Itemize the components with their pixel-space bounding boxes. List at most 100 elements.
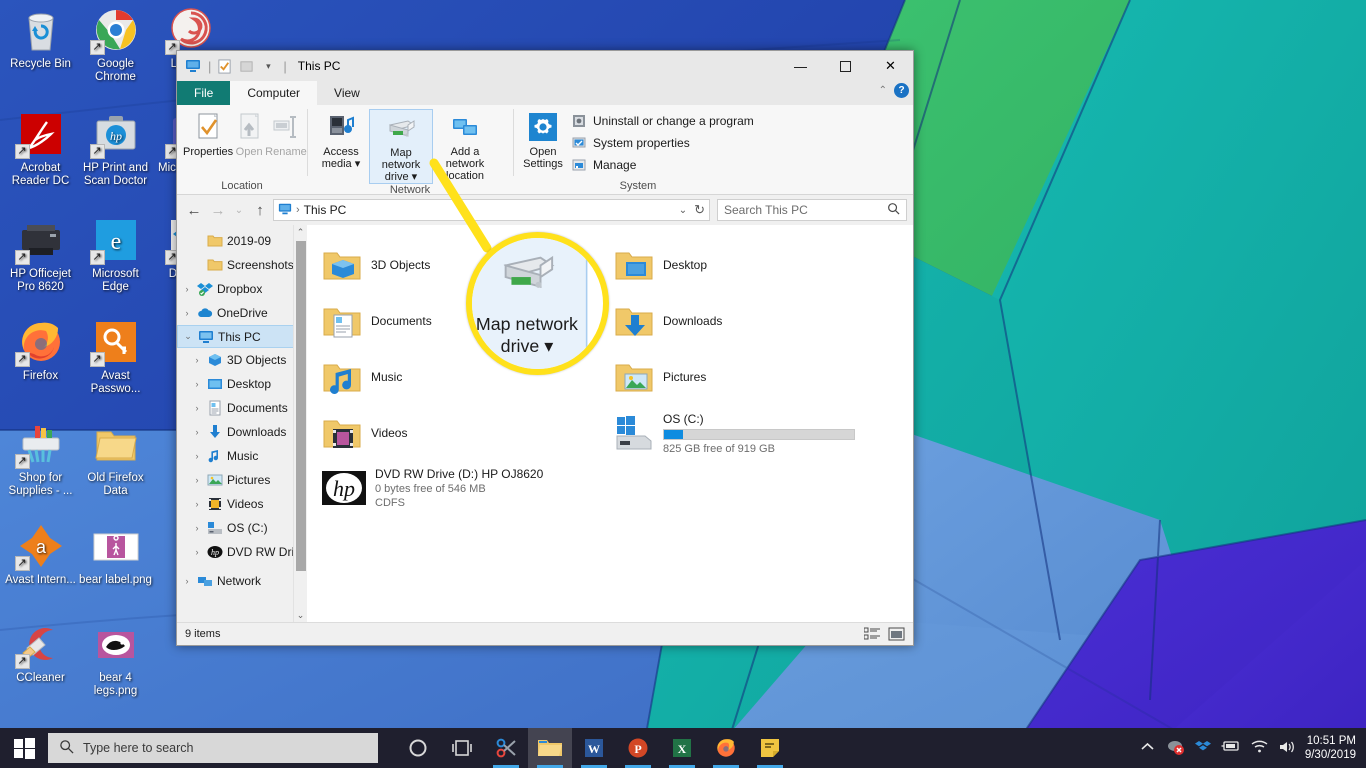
nav-item-2019-09[interactable]: 2019-09: [177, 229, 307, 253]
content-pane[interactable]: 3D Objects Desktop Documents Downloads M…: [307, 225, 913, 622]
item-desktop[interactable]: Desktop: [613, 237, 905, 293]
scroll-down-arrow-icon[interactable]: ⌄: [294, 608, 307, 622]
desktop[interactable]: Recycle Bin ↗ Google Chrome ↗ ↗ Acrobat …: [0, 0, 1366, 768]
item-pictures[interactable]: Pictures: [613, 349, 905, 405]
item-dvd-rw-drive[interactable]: hp DVD RW Drive (D:) HP OJ8620 0 bytes f…: [321, 461, 905, 519]
desktop-icon-bear-4-legs-png[interactable]: bear 4 legs.png: [78, 620, 153, 698]
sticky-notes-icon[interactable]: [748, 728, 792, 768]
navigation-pane[interactable]: 2019-09 Screenshots › Dropbox › OneDrive…: [177, 225, 307, 622]
ribbon[interactable]: Properties Open Rename Location Access m…: [177, 105, 913, 196]
nav-item-videos[interactable]: › Videos: [177, 492, 307, 516]
uninstall-program-item[interactable]: Uninstall or change a program: [571, 110, 754, 131]
taskbar-search-box[interactable]: Type here to search: [48, 733, 378, 763]
microsoft-excel-icon[interactable]: X: [660, 728, 704, 768]
access-media-button[interactable]: Access media ▾: [313, 109, 369, 170]
nav-item-downloads[interactable]: › Downloads: [177, 420, 307, 444]
firefox-icon[interactable]: [704, 728, 748, 768]
snip-and-sketch-icon[interactable]: [484, 728, 528, 768]
task-view-icon[interactable]: [440, 728, 484, 768]
desktop-icon-google-chrome[interactable]: ↗ Google Chrome: [78, 6, 153, 84]
item-downloads[interactable]: Downloads: [613, 293, 905, 349]
desktop-icon-hp-print-scan-doctor[interactable]: hp ↗ HP Print and Scan Doctor: [78, 110, 153, 188]
avast-tray-icon[interactable]: [1167, 738, 1185, 759]
battery-icon[interactable]: [1221, 740, 1241, 756]
desktop-icon-grid[interactable]: Recycle Bin ↗ Google Chrome ↗ ↗ Acrobat …: [0, 0, 223, 730]
map-network-drive-button[interactable]: Map network drive ▾: [369, 109, 433, 184]
open-button[interactable]: Open: [233, 109, 265, 158]
desktop-icon-firefox[interactable]: ↗ Firefox: [3, 318, 78, 383]
nav-expander[interactable]: ›: [191, 379, 203, 389]
nav-item-screenshots[interactable]: Screenshots: [177, 253, 307, 277]
taskbar-clock[interactable]: 10:51 PM 9/30/2019: [1305, 734, 1356, 762]
nav-expander[interactable]: ›: [191, 499, 203, 509]
cortana-icon[interactable]: [396, 728, 440, 768]
desktop-icon-recycle-bin[interactable]: Recycle Bin: [3, 6, 78, 71]
nav-item-documents[interactable]: › Documents: [177, 396, 307, 420]
collapse-ribbon-icon[interactable]: ⌃: [879, 85, 887, 96]
title-bar[interactable]: | ▾ | This PC — ✕: [177, 51, 913, 81]
volume-icon[interactable]: [1278, 740, 1295, 757]
desktop-icon-bear-label-png[interactable]: bear label.png: [78, 522, 153, 587]
help-icon[interactable]: ?: [894, 83, 909, 98]
desktop-icon-acrobat-reader[interactable]: ↗ Acrobat Reader DC: [3, 110, 78, 188]
window-controls[interactable]: — ✕: [778, 51, 913, 81]
desktop-icon-microsoft-edge[interactable]: e ↗ Microsoft Edge: [78, 216, 153, 294]
taskbar-search-input[interactable]: Type here to search: [83, 741, 193, 755]
nav-expander[interactable]: ›: [191, 355, 203, 365]
manage-item[interactable]: Manage: [571, 154, 754, 175]
tab-file[interactable]: File: [177, 81, 231, 105]
add-network-location-button[interactable]: Add a network location: [433, 109, 497, 182]
nav-item-pictures[interactable]: › Pictures: [177, 468, 307, 492]
desktop-icon-old-firefox-data[interactable]: Old Firefox Data: [78, 420, 153, 498]
large-icons-view-icon[interactable]: [888, 627, 905, 642]
customize-dropdown-icon[interactable]: ▾: [258, 56, 278, 76]
desktop-icon-avast-internet-security[interactable]: a ↗ Avast Intern...: [3, 522, 78, 587]
ribbon-tab-right-controls[interactable]: ⌃ ?: [879, 83, 909, 98]
nav-item-network[interactable]: › Network: [177, 569, 307, 593]
path-right-controls[interactable]: ⌄ ↻: [679, 202, 705, 218]
open-settings-button[interactable]: Open Settings: [519, 109, 567, 170]
breadcrumb-this-pc[interactable]: This PC: [304, 203, 347, 217]
desktop-icon-ccleaner[interactable]: ↗ CCleaner: [3, 620, 78, 685]
item-os-c-drive[interactable]: OS (C:) 825 GB free of 919 GB: [613, 405, 905, 461]
scrollbar-thumb[interactable]: [296, 241, 306, 571]
scroll-up-arrow-icon[interactable]: ⌃: [294, 225, 307, 239]
file-explorer-icon[interactable]: [528, 728, 572, 768]
nav-expander[interactable]: ›: [191, 427, 203, 437]
desktop-icon-hp-officejet[interactable]: ↗ HP Officejet Pro 8620: [3, 216, 78, 294]
address-bar[interactable]: ← → ⌄ ↑ › This PC ⌄ ↻ Search This PC: [177, 195, 913, 225]
microsoft-powerpoint-icon[interactable]: P: [616, 728, 660, 768]
tab-computer[interactable]: Computer: [230, 81, 318, 105]
nav-item-3d-objects[interactable]: › 3D Objects: [177, 348, 307, 372]
back-button[interactable]: ←: [183, 199, 205, 221]
dropbox-tray-icon[interactable]: [1194, 739, 1211, 758]
desktop-icon-shop-for-supplies[interactable]: ↗ Shop for Supplies - ...: [3, 420, 78, 498]
search-box[interactable]: Search This PC: [717, 199, 907, 221]
maximize-button[interactable]: [823, 51, 868, 81]
nav-expander[interactable]: ›: [191, 475, 203, 485]
nav-item-dropbox[interactable]: › Dropbox: [177, 277, 307, 301]
nav-expander[interactable]: ›: [181, 308, 193, 318]
new-folder-icon[interactable]: [236, 56, 256, 76]
windows-start-icon[interactable]: [0, 728, 48, 768]
chevron-down-icon[interactable]: ⌄: [679, 205, 687, 216]
properties-button[interactable]: Properties: [183, 109, 233, 158]
taskbar[interactable]: Type here to search W P X 10:51 PM 9/30/…: [0, 728, 1366, 768]
item-videos[interactable]: Videos: [321, 405, 613, 461]
forward-button[interactable]: →: [207, 199, 229, 221]
up-button[interactable]: ↑: [249, 199, 271, 221]
minimize-button[interactable]: —: [778, 51, 823, 81]
nav-item-onedrive[interactable]: › OneDrive: [177, 301, 307, 325]
nav-expander[interactable]: ›: [181, 576, 193, 586]
system-tray[interactable]: 10:51 PM 9/30/2019: [1141, 734, 1366, 762]
nav-expander[interactable]: ›: [191, 523, 203, 533]
properties-icon[interactable]: [214, 56, 234, 76]
nav-expander[interactable]: ⌄: [182, 331, 194, 342]
tab-view[interactable]: View: [317, 81, 377, 105]
nav-expander[interactable]: ›: [191, 403, 203, 413]
nav-item-this-pc[interactable]: ⌄ This PC: [177, 325, 307, 348]
nav-expander[interactable]: ›: [181, 284, 193, 294]
breadcrumb-path-box[interactable]: › This PC ⌄ ↻: [273, 199, 710, 221]
refresh-icon[interactable]: ↻: [694, 202, 705, 218]
nav-item-desktop[interactable]: › Desktop: [177, 372, 307, 396]
